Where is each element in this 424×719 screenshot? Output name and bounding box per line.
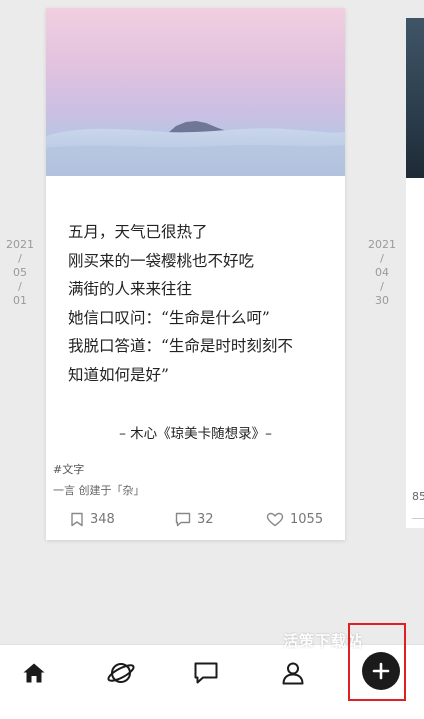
quote-line: 我脱口答道：“生命是时时刻刻不 (68, 337, 293, 355)
source-meta: 一言 创建于「杂」 (53, 484, 145, 497)
date-year: 2021 (368, 238, 396, 251)
quote-line: 知道如何是好” (68, 365, 169, 384)
quote-text: 五月，天气已很热了 刚买来的一袋樱桃也不好吃 满街的人来来往往 她信口叹问：“生… (68, 218, 330, 389)
date-year: 2021 (6, 238, 34, 251)
like-count: 1055 (290, 512, 324, 527)
bookmark-button[interactable]: 348 (70, 512, 115, 527)
tab-home[interactable] (4, 645, 64, 701)
planet-icon (107, 663, 135, 683)
comment-icon (175, 512, 191, 527)
date-separator: / (380, 252, 384, 265)
date-previous: 2021 / 05 / 01 (5, 238, 35, 308)
date-day: 01 (13, 294, 27, 307)
card-stats: 348 32 1055 (46, 512, 345, 532)
date-separator: / (380, 280, 384, 293)
bookmark-icon (71, 512, 83, 527)
date-day: 30 (375, 294, 389, 307)
home-icon (23, 663, 45, 683)
add-button[interactable] (362, 652, 400, 690)
comment-count: 32 (197, 512, 214, 527)
quote-line: 刚买来的一袋樱桃也不好吃 (68, 251, 255, 270)
add-icon (372, 662, 390, 680)
next-card-peek[interactable]: 85 (406, 18, 424, 528)
message-icon (194, 662, 218, 684)
cloud-mountain-illustration (46, 121, 345, 176)
tab-profile[interactable] (263, 645, 323, 701)
next-card-image (406, 18, 424, 178)
quote-citation: – 木心《琼美卡随想录》– (119, 426, 272, 442)
date-month: 04 (375, 266, 389, 279)
quote-card[interactable]: 五月，天气已很热了 刚买来的一袋樱桃也不好吃 满街的人来来往往 她信口叹问：“生… (46, 8, 345, 540)
profile-icon (282, 662, 304, 685)
bookmark-count: 348 (90, 512, 115, 527)
heart-icon (266, 512, 284, 527)
quote-line: 她信口叹问：“生命是什么呵” (68, 308, 270, 327)
like-button[interactable]: 1055 (266, 512, 323, 527)
date-next: 2021 / 04 / 30 (367, 238, 397, 308)
topic-tag[interactable]: #文字 (53, 461, 84, 477)
tab-discover[interactable] (91, 645, 151, 701)
quote-line: 五月，天气已很热了 (68, 223, 208, 241)
date-separator: / (18, 280, 22, 293)
divider (412, 518, 424, 519)
date-month: 05 (13, 266, 27, 279)
tab-messages[interactable] (176, 645, 236, 701)
next-card-stat: 85 (412, 490, 424, 503)
comment-button[interactable]: 32 (175, 512, 214, 527)
card-cover-image (46, 8, 345, 176)
date-separator: / (18, 252, 22, 265)
quote-line: 满街的人来来往往 (68, 280, 193, 298)
